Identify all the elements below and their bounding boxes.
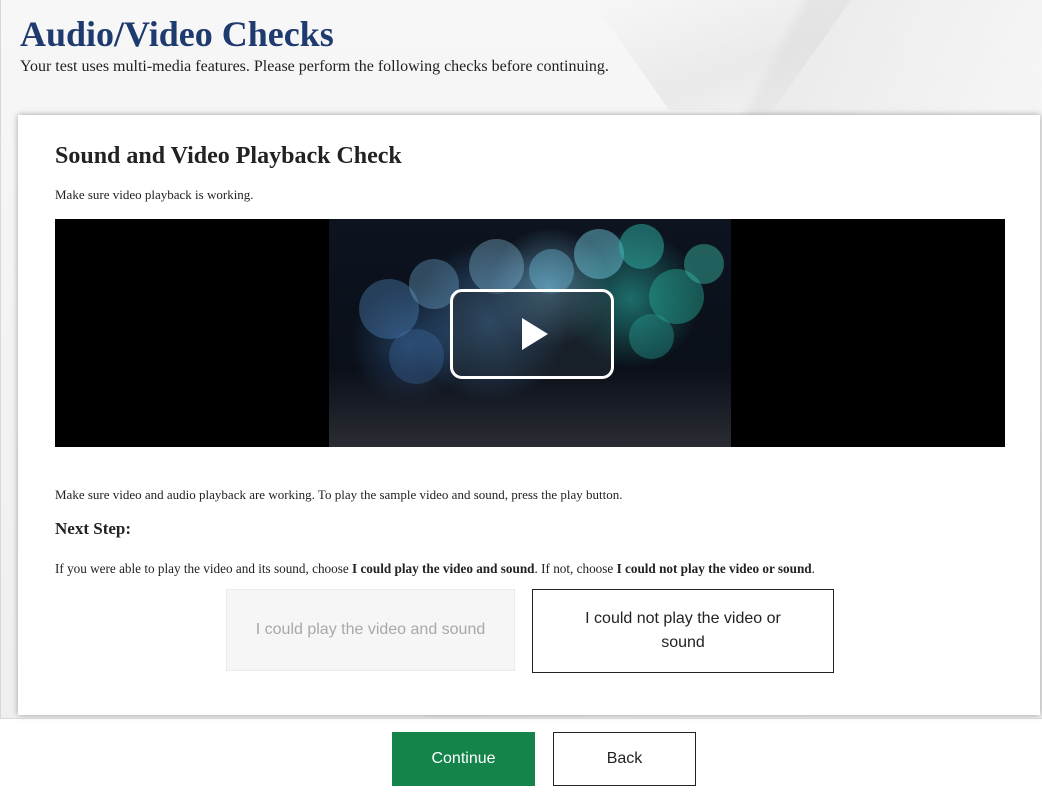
bokeh-light [629,314,674,359]
card-subtitle: Make sure video playback is working. [55,187,254,202]
choice-text-bold: I could not play the video or sound [616,561,812,576]
choice-text-part: If you were able to play the video and i… [55,561,353,576]
bokeh-light [469,239,524,294]
choice-text-part: . [811,561,815,576]
bokeh-light [619,224,664,269]
could-play-button[interactable]: I could play the video and sound [226,589,515,671]
bokeh-light [684,244,724,284]
could-not-play-button[interactable]: I could not play the video or sound [532,589,834,673]
check-card: Sound and Video Playback Check Make sure… [18,115,1040,715]
footer-divider [0,718,1042,719]
back-button[interactable]: Back [553,732,696,786]
video-player[interactable] [55,219,1005,447]
page-subtitle: Your test uses multi-media features. Ple… [20,58,609,75]
playback-instructions: Make sure video and audio playback are w… [55,487,623,502]
page-header: Audio/Video Checks Your test uses multi-… [20,12,1020,78]
play-button[interactable] [450,289,614,379]
choice-instructions: If you were able to play the video and i… [55,561,815,577]
bokeh-light [529,249,574,294]
bokeh-light [574,229,624,279]
choice-text-bold: I could play the video and sound [352,561,535,576]
choice-text-part: . If not, choose [534,561,617,576]
continue-button[interactable]: Continue [392,732,535,786]
card-title: Sound and Video Playback Check [55,143,402,169]
page-title: Audio/Video Checks [20,14,334,54]
play-icon [522,318,548,350]
bokeh-light [389,329,444,384]
next-step-heading: Next Step: [55,519,132,538]
